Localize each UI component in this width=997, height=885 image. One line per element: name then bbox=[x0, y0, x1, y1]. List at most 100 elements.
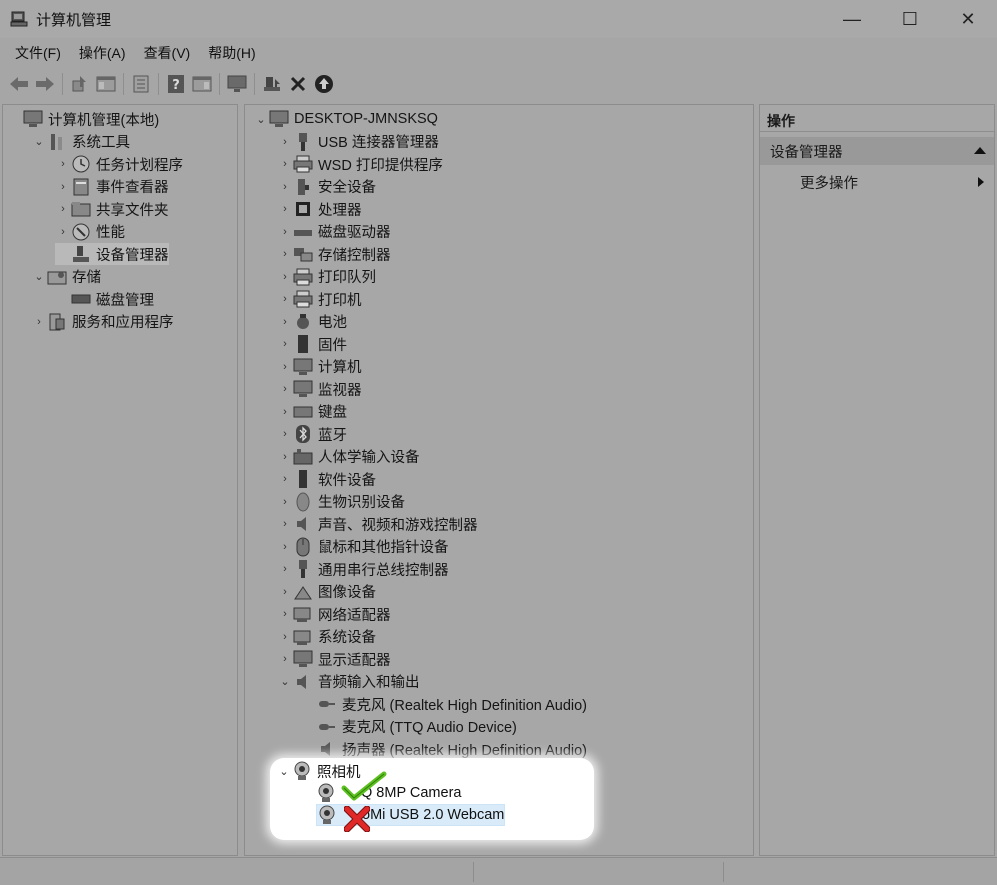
up-icon[interactable] bbox=[69, 73, 91, 95]
audio-device[interactable]: 扬声器 (Realtek High Definition Audio) bbox=[301, 738, 587, 760]
device-category[interactable]: › 打印队列 bbox=[277, 266, 376, 288]
minimize-button[interactable]: — bbox=[823, 0, 881, 38]
chevron-right-icon[interactable]: › bbox=[277, 648, 293, 670]
device-category[interactable]: › 显示适配器 bbox=[277, 648, 391, 670]
console-tree-item[interactable]: ⌄ 存储 bbox=[31, 266, 101, 288]
chevron-right-icon[interactable]: › bbox=[277, 558, 293, 580]
device-category[interactable]: › USB 连接器管理器 bbox=[277, 131, 439, 153]
chevron-right-icon[interactable]: › bbox=[277, 603, 293, 625]
chevron-right-icon[interactable]: › bbox=[277, 356, 293, 378]
audio-device[interactable]: 麦克风 (TTQ Audio Device) bbox=[301, 716, 517, 738]
back-icon[interactable] bbox=[8, 73, 30, 95]
forward-icon[interactable] bbox=[34, 73, 56, 95]
chevron-right-icon[interactable]: › bbox=[277, 536, 293, 558]
chevron-right-icon[interactable]: › bbox=[277, 581, 293, 603]
device-category[interactable]: › 电池 bbox=[277, 311, 347, 333]
chevron-right-icon[interactable]: › bbox=[277, 378, 293, 400]
chevron-right-icon[interactable]: › bbox=[277, 221, 293, 243]
console-tree-item[interactable]: ⌄ 系统工具 bbox=[31, 131, 130, 153]
tree-item-label: 人体学输入设备 bbox=[318, 450, 420, 466]
chevron-down-icon[interactable]: ⌄ bbox=[277, 671, 293, 693]
chevron-right-icon[interactable]: › bbox=[277, 243, 293, 265]
chevron-right-icon[interactable]: › bbox=[277, 446, 293, 468]
camera-device[interactable]: Q 8MP Camera bbox=[316, 782, 461, 804]
chevron-down-icon[interactable]: ⌄ bbox=[31, 131, 47, 153]
audio-device[interactable]: 麦克风 (Realtek High Definition Audio) bbox=[301, 693, 587, 715]
close-button[interactable]: ✕ bbox=[939, 0, 997, 38]
device-category[interactable]: › 生物识别设备 bbox=[277, 491, 405, 513]
chevron-right-icon[interactable]: › bbox=[55, 176, 71, 198]
console-tree-item[interactable]: 磁盘管理 bbox=[55, 288, 154, 310]
chevron-right-icon[interactable]: › bbox=[277, 468, 293, 490]
device-category[interactable]: › 系统设备 bbox=[277, 626, 376, 648]
device-category[interactable]: › 处理器 bbox=[277, 198, 362, 220]
device-category[interactable]: › WSD 打印提供程序 bbox=[277, 153, 443, 175]
chevron-right-icon[interactable]: › bbox=[55, 221, 71, 243]
chevron-right-icon[interactable]: › bbox=[277, 513, 293, 535]
console-tree-item[interactable]: 计算机管理(本地) bbox=[7, 108, 159, 130]
device-tree-root[interactable]: ⌄ DESKTOP-JMNSKSQ bbox=[253, 108, 438, 130]
more-actions-item[interactable]: 更多操作 bbox=[760, 169, 994, 195]
chevron-right-icon[interactable]: › bbox=[277, 423, 293, 445]
device-category[interactable]: › 通用串行总线控制器 bbox=[277, 558, 449, 580]
menu-help[interactable]: 帮助(H) bbox=[199, 43, 264, 63]
monitor-icon[interactable] bbox=[226, 73, 248, 95]
chevron-right-icon[interactable]: › bbox=[277, 626, 293, 648]
actions-section-device-manager[interactable]: 设备管理器 bbox=[760, 137, 994, 165]
scan-hardware-icon[interactable] bbox=[313, 73, 335, 95]
toolbar: ? bbox=[0, 68, 997, 100]
collapse-arrow-icon[interactable] bbox=[974, 147, 986, 154]
printer-icon bbox=[293, 154, 313, 174]
device-category[interactable]: › 打印机 bbox=[277, 288, 362, 310]
panel-icon[interactable] bbox=[191, 73, 213, 95]
device-category[interactable]: › 蓝牙 bbox=[277, 423, 347, 445]
device-category[interactable]: › 人体学输入设备 bbox=[277, 446, 420, 468]
device-category-audio[interactable]: ⌄ 音频输入和输出 bbox=[277, 671, 420, 693]
menu-action[interactable]: 操作(A) bbox=[70, 43, 135, 63]
console-tree-item[interactable]: › 事件查看器 bbox=[55, 176, 169, 198]
device-category[interactable]: › 图像设备 bbox=[277, 581, 376, 603]
chevron-right-icon[interactable]: › bbox=[277, 131, 293, 153]
menu-view[interactable]: 查看(V) bbox=[135, 43, 200, 63]
chevron-right-icon[interactable]: › bbox=[277, 333, 293, 355]
uninstall-icon[interactable] bbox=[287, 73, 309, 95]
device-category[interactable]: › 网络适配器 bbox=[277, 603, 391, 625]
help-icon[interactable]: ? bbox=[165, 73, 187, 95]
maximize-button[interactable]: ☐ bbox=[881, 0, 939, 38]
console-tree-item[interactable]: › 任务计划程序 bbox=[55, 153, 183, 175]
chevron-down-icon[interactable]: ⌄ bbox=[31, 266, 47, 288]
device-category[interactable]: › 键盘 bbox=[277, 401, 347, 423]
console-tree-item[interactable]: › 共享文件夹 bbox=[55, 198, 169, 220]
chevron-right-icon[interactable]: › bbox=[277, 401, 293, 423]
device-category[interactable]: › 磁盘驱动器 bbox=[277, 221, 390, 243]
console-tree-item[interactable]: 设备管理器 bbox=[55, 243, 169, 265]
console-tree-item[interactable]: › 服务和应用程序 bbox=[31, 311, 174, 333]
chevron-right-icon[interactable]: › bbox=[277, 311, 293, 333]
console-tree-item[interactable]: › 性能 bbox=[55, 221, 125, 243]
chevron-right-icon[interactable]: › bbox=[277, 266, 293, 288]
tree-item-label: 处理器 bbox=[318, 202, 362, 219]
properties-icon[interactable] bbox=[130, 73, 152, 95]
device-category[interactable]: › 监视器 bbox=[277, 378, 362, 400]
device-category[interactable]: › 固件 bbox=[277, 333, 347, 355]
chevron-down-icon[interactable]: ⌄ bbox=[276, 760, 292, 782]
chevron-right-icon[interactable]: › bbox=[277, 491, 293, 513]
chevron-right-icon[interactable]: › bbox=[277, 288, 293, 310]
device-category[interactable]: › 安全设备 bbox=[277, 176, 376, 198]
device-category[interactable]: › 存储控制器 bbox=[277, 243, 390, 265]
chevron-right-icon[interactable]: › bbox=[55, 198, 71, 220]
chevron-right-icon[interactable]: › bbox=[277, 176, 293, 198]
chevron-right-icon[interactable]: › bbox=[277, 153, 293, 175]
console-tree-icon[interactable] bbox=[95, 73, 117, 95]
device-category[interactable]: › 软件设备 bbox=[277, 468, 376, 490]
device-category[interactable]: › 声音、视频和游戏控制器 bbox=[277, 513, 478, 535]
bluetooth-icon bbox=[293, 424, 313, 444]
chevron-right-icon[interactable]: › bbox=[277, 198, 293, 220]
device-category[interactable]: › 鼠标和其他指针设备 bbox=[277, 536, 449, 558]
menu-file[interactable]: 文件(F) bbox=[6, 43, 70, 63]
device-category[interactable]: › 计算机 bbox=[277, 356, 362, 378]
chevron-down-icon[interactable]: ⌄ bbox=[253, 108, 269, 130]
chevron-right-icon[interactable]: › bbox=[55, 153, 71, 175]
chevron-right-icon[interactable]: › bbox=[31, 311, 47, 333]
update-driver-icon[interactable] bbox=[261, 73, 283, 95]
